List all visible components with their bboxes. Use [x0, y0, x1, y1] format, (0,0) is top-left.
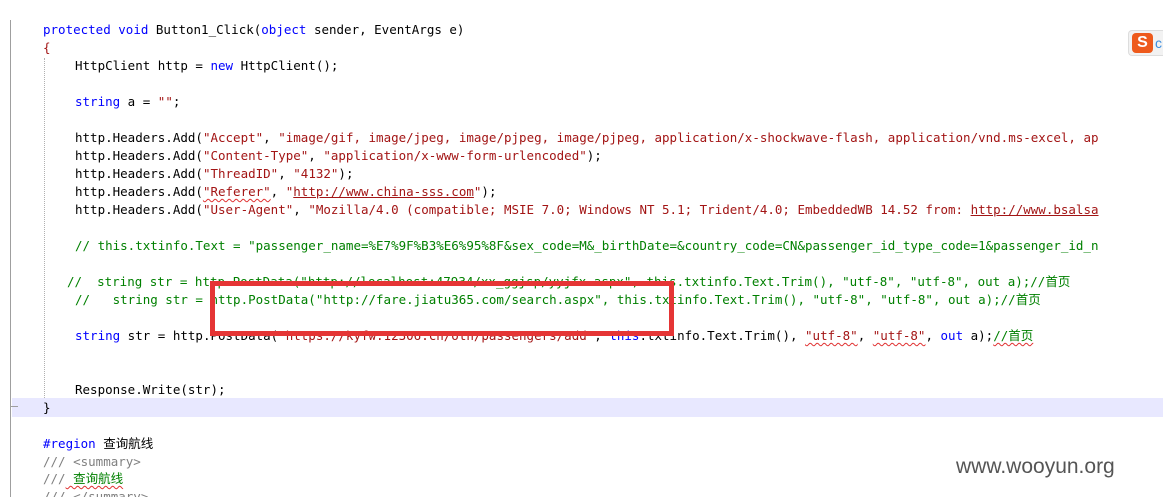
ime-extra-icon: c	[1155, 35, 1162, 51]
outline-margin	[10, 20, 11, 497]
code-line-header-threadid: http.Headers.Add("ThreadID", "4132");	[75, 166, 354, 181]
code-line-header-referer: http.Headers.Add("Referer", "http://www.…	[75, 184, 497, 199]
code-line-open-brace: {	[43, 40, 51, 55]
code-comment-txtinfo: // this.txtinfo.Text = "passenger_name=%…	[75, 238, 1099, 253]
code-line-close-brace: }	[43, 400, 51, 415]
watermark: www.wooyun.org	[956, 455, 1115, 478]
code-line-header-accept: http.Headers.Add("Accept", "image/gif, i…	[75, 130, 1099, 145]
indent-guide	[44, 58, 45, 398]
change-bar-yellow	[0, 28, 6, 380]
code-line-httpclient: HttpClient http = new HttpClient();	[75, 58, 339, 73]
sogou-icon[interactable]: S	[1132, 33, 1153, 53]
user-agent-url-link[interactable]: http://www.bsalsa	[971, 202, 1099, 217]
code-line-method-signature: protected void Button1_Click(object send…	[43, 22, 465, 37]
code-line-response-write: Response.Write(str);	[75, 382, 226, 397]
code-doc-summary-close: /// </summary>	[43, 489, 149, 497]
code-line-region: #region 查询航线	[43, 436, 154, 451]
code-editor[interactable]: protected void Button1_Click(object send…	[0, 0, 1163, 497]
current-line-highlight	[12, 398, 1163, 417]
highlight-box	[210, 281, 674, 336]
code-line-header-user-agent: http.Headers.Add("User-Agent", "Mozilla/…	[75, 202, 1099, 217]
referer-url-link[interactable]: http://www.china-sss.com	[293, 184, 474, 199]
code-line-header-content-type: http.Headers.Add("Content-Type", "applic…	[75, 148, 602, 163]
ime-toolbar[interactable]: S c	[1128, 30, 1163, 56]
code-doc-summary-text: /// 查询航线	[43, 471, 124, 486]
code-doc-summary-open: /// <summary>	[43, 454, 141, 469]
fold-marker	[10, 406, 18, 407]
code-line-string-a: string a = "";	[75, 94, 181, 109]
